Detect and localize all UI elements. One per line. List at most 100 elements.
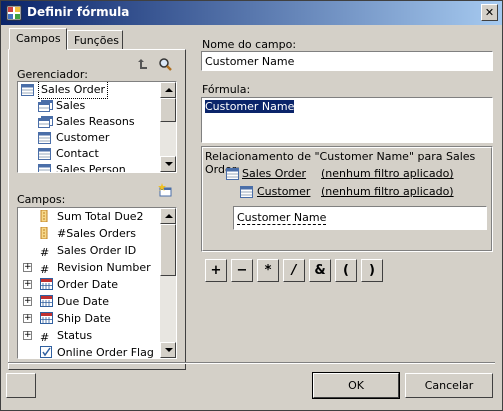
manager-tree-item-label: Sales Person	[56, 163, 126, 172]
table-icon	[38, 132, 51, 144]
ok-button[interactable]: OK	[312, 372, 400, 399]
manager-tree[interactable]: Sales Order Sales Sales Reasons Customer Con…	[17, 81, 177, 173]
multi-table-icon	[38, 100, 53, 112]
field-list-item-label: Sum Total Due2	[57, 210, 144, 223]
cancel-button[interactable]: Cancelar	[405, 373, 493, 398]
manager-tree-item[interactable]: Sales Person	[18, 162, 160, 172]
scroll-up-button[interactable]	[160, 208, 176, 224]
field-list-item[interactable]: Online Order Flag	[18, 344, 160, 358]
field-list-item-label: Sales Order ID	[57, 244, 137, 257]
manager-tree-item[interactable]: Sales Order	[18, 82, 160, 99]
multi-table-icon	[38, 116, 53, 128]
aggregate-icon	[40, 226, 53, 240]
relationship-field-input[interactable]: Customer Name	[233, 206, 487, 230]
close-icon: ✕	[484, 6, 495, 19]
operator-minus-button[interactable]: −	[231, 259, 253, 282]
tab-campos-label: Campos	[16, 32, 61, 45]
manager-tree-item[interactable]: Sales Reasons	[18, 114, 160, 130]
scroll-thumb[interactable]	[160, 98, 176, 122]
formula-input[interactable]: Customer Name	[201, 97, 493, 143]
relationship-filter-customer[interactable]: (nenhum filtro aplicado)	[321, 185, 454, 198]
relationship-entity-sales-order[interactable]: Sales Order	[242, 167, 306, 180]
close-button[interactable]: ✕	[481, 4, 498, 21]
field-list-item[interactable]: #Sales Orders	[18, 225, 160, 242]
operator-plus-button[interactable]: +	[205, 259, 227, 282]
expand-icon[interactable]: +	[23, 280, 32, 289]
help-button[interactable]	[6, 373, 36, 398]
manager-tree-item-label: Sales Reasons	[56, 115, 135, 128]
app-icon	[6, 5, 22, 21]
table-icon	[38, 164, 51, 172]
fields-list[interactable]: Sum Total Due2 #Sales Orders # Sales Order …	[17, 207, 177, 359]
scroll-up-button[interactable]	[160, 82, 176, 98]
navigate-up-icon[interactable]	[136, 57, 150, 71]
field-name-value: Customer Name	[205, 55, 295, 68]
field-list-item-label: Revision Number	[57, 261, 151, 274]
relationship-entity-customer[interactable]: Customer	[257, 185, 310, 198]
tab-panel-campos: Gerenciador: Sales Order Sales Sales Reaso…	[8, 49, 186, 370]
operator-label: *	[264, 263, 272, 278]
expand-icon[interactable]: +	[23, 314, 32, 323]
expand-icon[interactable]: +	[23, 263, 32, 272]
operator-divide-button[interactable]: /	[283, 259, 305, 282]
manager-tree-item[interactable]: Sales	[18, 98, 160, 114]
operator-label: (	[343, 263, 349, 278]
operator-concat-button[interactable]: &	[309, 259, 331, 282]
table-icon	[226, 168, 239, 180]
expand-icon[interactable]: +	[23, 331, 32, 340]
relationship-field-value: Customer Name	[237, 211, 327, 225]
table-icon	[240, 186, 253, 198]
fields-scrollbar[interactable]	[160, 208, 176, 358]
relationship-filter-sales-order[interactable]: (nenhum filtro aplicado)	[321, 167, 454, 180]
checkbox-field-icon	[40, 346, 53, 358]
field-list-item-label: Order Date	[57, 278, 119, 291]
field-list-item[interactable]: Sum Total Due2	[18, 208, 160, 225]
cancel-label: Cancelar	[424, 379, 474, 392]
hash-icon: #	[40, 331, 50, 344]
field-list-item-label: Ship Date	[57, 312, 111, 325]
manager-tree-item-label: Sales Order	[37, 82, 109, 99]
field-list-item[interactable]: + # Revision Number	[18, 259, 160, 276]
table-icon	[38, 148, 51, 160]
manager-tree-item-label: Contact	[56, 147, 99, 160]
operator-multiply-button[interactable]: *	[257, 259, 279, 282]
hash-icon: #	[40, 246, 50, 259]
field-list-item[interactable]: + Order Date	[18, 276, 160, 293]
field-list-item-label: Online Order Flag	[57, 346, 154, 358]
manager-tree-item[interactable]: Contact	[18, 146, 160, 162]
calendar-icon	[40, 312, 53, 324]
scroll-down-button[interactable]	[160, 156, 176, 172]
operator-close-paren-button[interactable]: )	[361, 259, 383, 282]
field-name-input[interactable]: Customer Name	[201, 51, 493, 71]
define-formula-dialog: Definir fórmula ✕ Campos Funções Gerenci…	[0, 0, 503, 411]
field-list-item[interactable]: + Ship Date	[18, 310, 160, 327]
manager-scrollbar[interactable]	[160, 82, 176, 172]
title-bar: Definir fórmula ✕	[1, 1, 502, 25]
new-field-icon[interactable]	[158, 183, 172, 197]
manager-tree-item-label: Customer	[56, 131, 110, 144]
manager-tree-item-label: Sales	[56, 99, 86, 112]
fields-list-items: Sum Total Due2 #Sales Orders # Sales Order …	[18, 208, 160, 358]
expand-icon[interactable]: +	[23, 297, 32, 306]
search-icon[interactable]	[158, 57, 172, 71]
field-list-item[interactable]: + # Status	[18, 327, 160, 344]
operator-label: &	[314, 263, 326, 278]
operator-label: −	[236, 263, 248, 278]
field-list-item-label: #Sales Orders	[57, 227, 136, 240]
formula-value: Customer Name	[205, 100, 295, 113]
scroll-down-button[interactable]	[160, 342, 176, 358]
field-list-item[interactable]: # Sales Order ID	[18, 242, 160, 259]
separator	[8, 362, 495, 364]
operator-open-paren-button[interactable]: (	[335, 259, 357, 282]
calendar-icon	[40, 278, 53, 290]
scroll-thumb[interactable]	[160, 224, 176, 276]
operator-label: )	[369, 263, 375, 278]
field-list-item-label: Status	[57, 329, 93, 342]
tab-funcoes[interactable]: Funções	[67, 30, 123, 50]
field-list-item-label: Due Date	[57, 295, 109, 308]
manager-label: Gerenciador:	[17, 68, 88, 81]
operator-label: /	[291, 263, 297, 278]
field-list-item[interactable]: + Due Date	[18, 293, 160, 310]
manager-tree-item[interactable]: Customer	[18, 130, 160, 146]
tab-campos[interactable]: Campos	[9, 28, 67, 50]
